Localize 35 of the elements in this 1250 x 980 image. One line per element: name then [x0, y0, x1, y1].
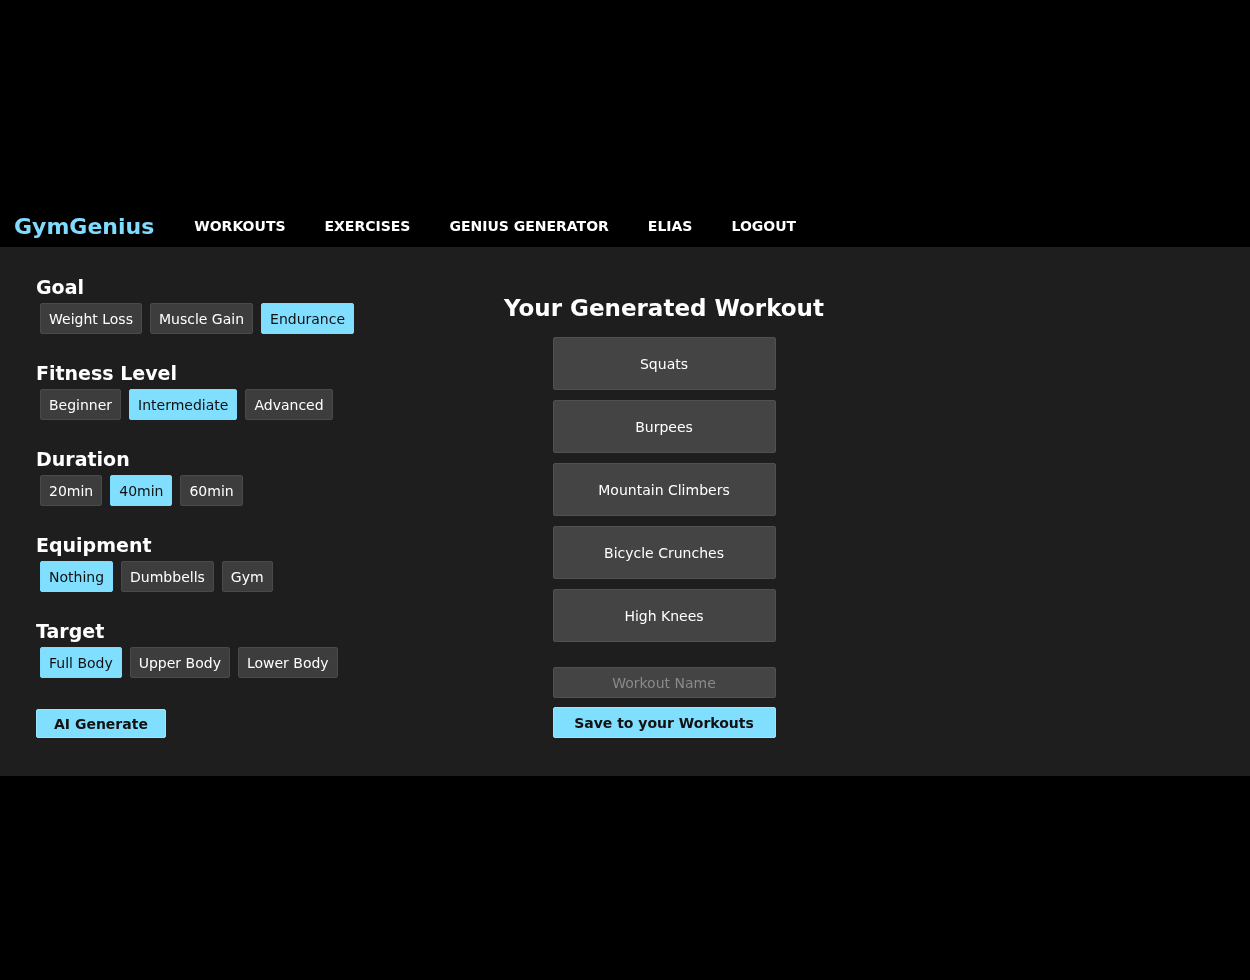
option-button[interactable]: Gym [221, 561, 273, 592]
option-button[interactable]: Lower Body [237, 647, 338, 678]
option-button[interactable]: Weight Loss [40, 303, 142, 334]
nav-link[interactable]: WORKOUTS [194, 218, 286, 234]
filter-heading: Fitness Level [36, 361, 178, 385]
workout-name-input[interactable]: Workout Name [552, 667, 776, 698]
option-button[interactable]: Nothing [40, 561, 114, 592]
exercise-card: Bicycle Crunches [552, 526, 776, 579]
option-button[interactable]: Upper Body [129, 647, 230, 678]
exercise-card: High Knees [552, 589, 776, 642]
app-logo[interactable]: GymGenius [14, 213, 155, 239]
exercise-card: Squats [552, 337, 776, 390]
option-button[interactable]: 20min [40, 475, 103, 506]
nav-link[interactable]: LOGOUT [731, 218, 797, 234]
filter-heading: Target [36, 619, 106, 643]
nav-link[interactable]: GENIUS GENERATOR [449, 218, 609, 234]
option-button[interactable]: Intermediate [129, 389, 238, 420]
filter-heading: Equipment [36, 533, 153, 557]
option-button[interactable]: Endurance [261, 303, 355, 334]
workout-title: Your Generated Workout [504, 295, 824, 321]
option-button[interactable]: Advanced [245, 389, 333, 420]
filter-heading: Duration [36, 447, 131, 471]
filter-heading: Goal [36, 275, 85, 299]
generate-button[interactable]: AI Generate [36, 709, 166, 738]
option-button[interactable]: Beginner [40, 389, 122, 420]
nav-link[interactable]: ELIAS [647, 218, 693, 234]
option-button[interactable]: Dumbbells [121, 561, 214, 592]
option-button[interactable]: Muscle Gain [149, 303, 254, 334]
option-button[interactable]: 60min [180, 475, 243, 506]
exercise-card: Burpees [552, 400, 776, 453]
nav-link[interactable]: EXERCISES [324, 218, 411, 234]
exercise-card: Mountain Climbers [552, 463, 776, 516]
save-button[interactable]: Save to your Workouts [552, 707, 776, 738]
option-button[interactable]: 40min [110, 475, 173, 506]
option-button[interactable]: Full Body [40, 647, 122, 678]
